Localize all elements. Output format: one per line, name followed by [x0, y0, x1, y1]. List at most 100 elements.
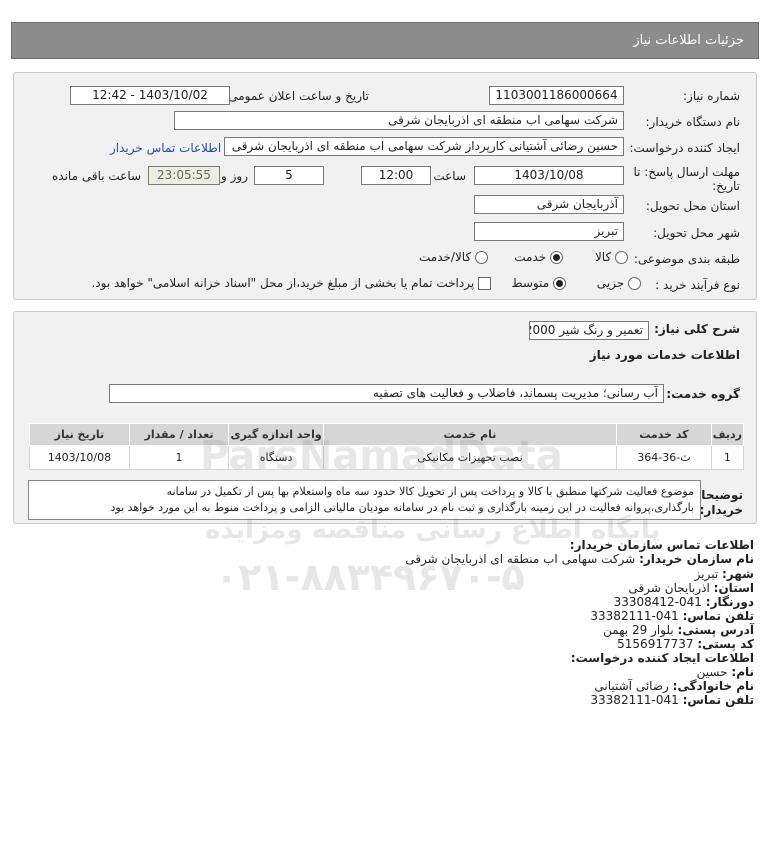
contact-address-label: آدرس پستی:: [677, 623, 754, 637]
notes-line-2: بارگذاری،پروانه فعالیت در این زمینه بارگ…: [110, 501, 694, 514]
table-row: 1 ث-36-364 نصب تجهیزات مکانیکی دستگاه 1 …: [29, 445, 745, 470]
contact-org-label: نام سازمان خریدار:: [639, 552, 754, 566]
category-option-goods[interactable]: کالا: [595, 250, 628, 264]
contact-province-label: استان:: [713, 581, 754, 595]
contact-phone-value: 041-33382111: [590, 609, 679, 623]
buyer-org-label: نام دستگاه خریدار:: [645, 115, 741, 129]
col-name: نام خدمت: [322, 423, 618, 446]
deadline-label-date: تاریخ:: [712, 179, 740, 193]
cell-qty: 1: [128, 445, 230, 470]
page-header: جزئیات اطلاعات نیاز: [11, 22, 759, 59]
contact-fax: دورنگار: 041-33308412: [614, 595, 754, 609]
category-option-both[interactable]: کالا/خدمت: [419, 250, 488, 264]
payment-option[interactable]: پرداخت تمام یا بخشی از مبلغ خرید،از محل …: [91, 276, 491, 290]
service-group-field: آب رسانی؛ مدیریت پسماند، فاضلاب و فعالیت…: [109, 384, 664, 403]
summary-field: تعمیر و رنگ شیر 2000: [529, 321, 649, 340]
category-goods-label: کالا: [594, 250, 612, 264]
days-label: روز و: [221, 169, 248, 183]
payment-checkbox[interactable]: [478, 277, 491, 290]
creator-phone-value: 041-33382111: [590, 693, 679, 707]
contact-province-value: اذربایجان شرقی: [628, 581, 710, 595]
deadline-time-label: ساعت: [433, 169, 466, 183]
payment-note: پرداخت تمام یا بخشی از مبلغ خرید،از محل …: [91, 276, 475, 290]
process-option-medium[interactable]: متوسط: [511, 276, 566, 290]
cell-unit: دستگاه: [228, 445, 324, 470]
deadline-label: مهلت ارسال پاسخ: تا: [633, 165, 740, 179]
announce-label: تاریخ و ساعت اعلان عمومی:: [224, 89, 369, 103]
contact-title: اطلاعات تماس سازمان خریدار:: [569, 538, 754, 552]
cell-date: 1403/10/08: [29, 445, 130, 470]
contact-city-value: تبریز: [694, 567, 719, 581]
process-option-small[interactable]: جزیی: [597, 276, 641, 290]
contact-city-label: شهر:: [722, 567, 754, 581]
creator-title: اطلاعات ایجاد کننده درخواست:: [570, 651, 754, 665]
page-title: جزئیات اطلاعات نیاز: [633, 33, 744, 48]
category-service-radio[interactable]: [550, 251, 563, 264]
creator-name-value: حسین: [696, 665, 728, 679]
city-label: شهر محل تحویل:: [653, 226, 740, 240]
province-label: استان محل تحویل:: [645, 199, 740, 213]
services-table: ردیف کد خدمت نام خدمت واحد اندازه گیری ت…: [29, 423, 745, 470]
table-header-row: ردیف کد خدمت نام خدمت واحد اندازه گیری ت…: [29, 423, 745, 446]
notes-label-buyer: خریدار:: [699, 503, 743, 517]
category-service-label: خدمت: [514, 250, 547, 264]
process-small-radio[interactable]: [628, 277, 641, 290]
creator-family-label: نام خانوادگی:: [672, 679, 754, 693]
contact-postal-label: کد پستی:: [697, 637, 754, 651]
remaining-label: ساعت باقی مانده: [52, 169, 142, 183]
buyer-notes-box: موضوع فعالیت شرکتها منطبق با کالا و پردا…: [28, 480, 701, 520]
contact-address: آدرس پستی: بلوار 29 بهمن: [603, 623, 754, 637]
creator-phone: تلفن تماس: 041-33382111: [590, 693, 754, 707]
contact-org: نام سازمان خریدار: شرکت سهامی اب منطقه ا…: [405, 552, 754, 566]
days-field: 5: [254, 166, 324, 185]
need-details-panel: شماره نیاز: 1103001186000664 تاریخ و ساع…: [13, 72, 757, 300]
col-code: کد خدمت: [616, 423, 712, 446]
creator-phone-label: تلفن تماس:: [682, 693, 754, 707]
process-medium-radio[interactable]: [553, 277, 566, 290]
services-title: اطلاعات خدمات مورد نیاز: [589, 348, 740, 362]
contact-address-value: بلوار 29 بهمن: [603, 623, 674, 637]
deadline-time-field: 12:00: [361, 166, 431, 185]
cell-code: ث-36-364: [616, 445, 712, 470]
cell-row: 1: [710, 445, 745, 470]
remaining-time-field: 23:05:55: [148, 166, 220, 185]
service-group-label: گروه خدمت:: [666, 387, 740, 401]
contact-fax-value: 041-33308412: [613, 595, 702, 609]
deadline-date-field: 1403/10/08: [474, 166, 624, 185]
category-option-service[interactable]: خدمت: [514, 250, 563, 264]
notes-line-1: موضوع فعالیت شرکتها منطبق با کالا و پردا…: [166, 485, 694, 498]
city-field: تبریز: [474, 222, 624, 241]
contact-province: استان: اذربایجان شرقی: [629, 581, 754, 595]
contact-fax-label: دورنگار:: [705, 595, 754, 609]
creator-label: ایجاد کننده درخواست:: [629, 141, 740, 155]
contact-phone: تلفن تماس: 041-33382111: [590, 609, 754, 623]
creator-family: نام خانوادگی: رضائی آشتیانی: [594, 679, 754, 693]
creator-family-value: رضائی آشتیانی: [594, 679, 669, 693]
creator-name-label: نام:: [731, 665, 754, 679]
col-date: تاریخ نیاز: [29, 423, 130, 446]
category-both-radio[interactable]: [475, 251, 488, 264]
col-qty: تعداد / مقدار: [128, 423, 230, 446]
process-medium-label: متوسط: [511, 276, 550, 290]
process-small-label: جزیی: [596, 276, 625, 290]
cell-name: نصب تجهیزات مکانیکی: [322, 445, 618, 470]
contact-phone-label: تلفن تماس:: [682, 609, 754, 623]
category-label: طبقه بندی موضوعی:: [633, 252, 740, 266]
creator-field: حسین رضائی آشتیانی کارپرداز شرکت سهامی ا…: [224, 137, 624, 156]
contact-postal-value: 5156917737: [617, 637, 694, 651]
col-unit: واحد اندازه گیری: [228, 423, 324, 446]
contact-city: شهر: تبریز: [695, 567, 754, 581]
creator-name: نام: حسین: [697, 665, 754, 679]
summary-label: شرح کلی نیاز:: [654, 322, 740, 336]
process-label: نوع فرآیند خرید :: [655, 278, 740, 292]
contact-info-link[interactable]: اطلاعات تماس خریدار: [110, 141, 221, 155]
col-row: ردیف: [710, 423, 745, 446]
need-number-field: 1103001186000664: [489, 86, 624, 105]
category-goods-radio[interactable]: [615, 251, 628, 264]
need-number-label: شماره نیاز:: [683, 89, 740, 103]
contact-org-value: شرکت سهامی اب منطقه ای اذربایجان شرقی: [405, 552, 636, 566]
buyer-org-field: شرکت سهامی اب منطقه ای اذربایجان شرقی: [174, 111, 624, 130]
announce-field: 1403/10/02 - 12:42: [70, 86, 230, 105]
province-field: آذربایجان شرقی: [474, 195, 624, 214]
contact-postal: کد پستی: 5156917737: [617, 637, 754, 651]
